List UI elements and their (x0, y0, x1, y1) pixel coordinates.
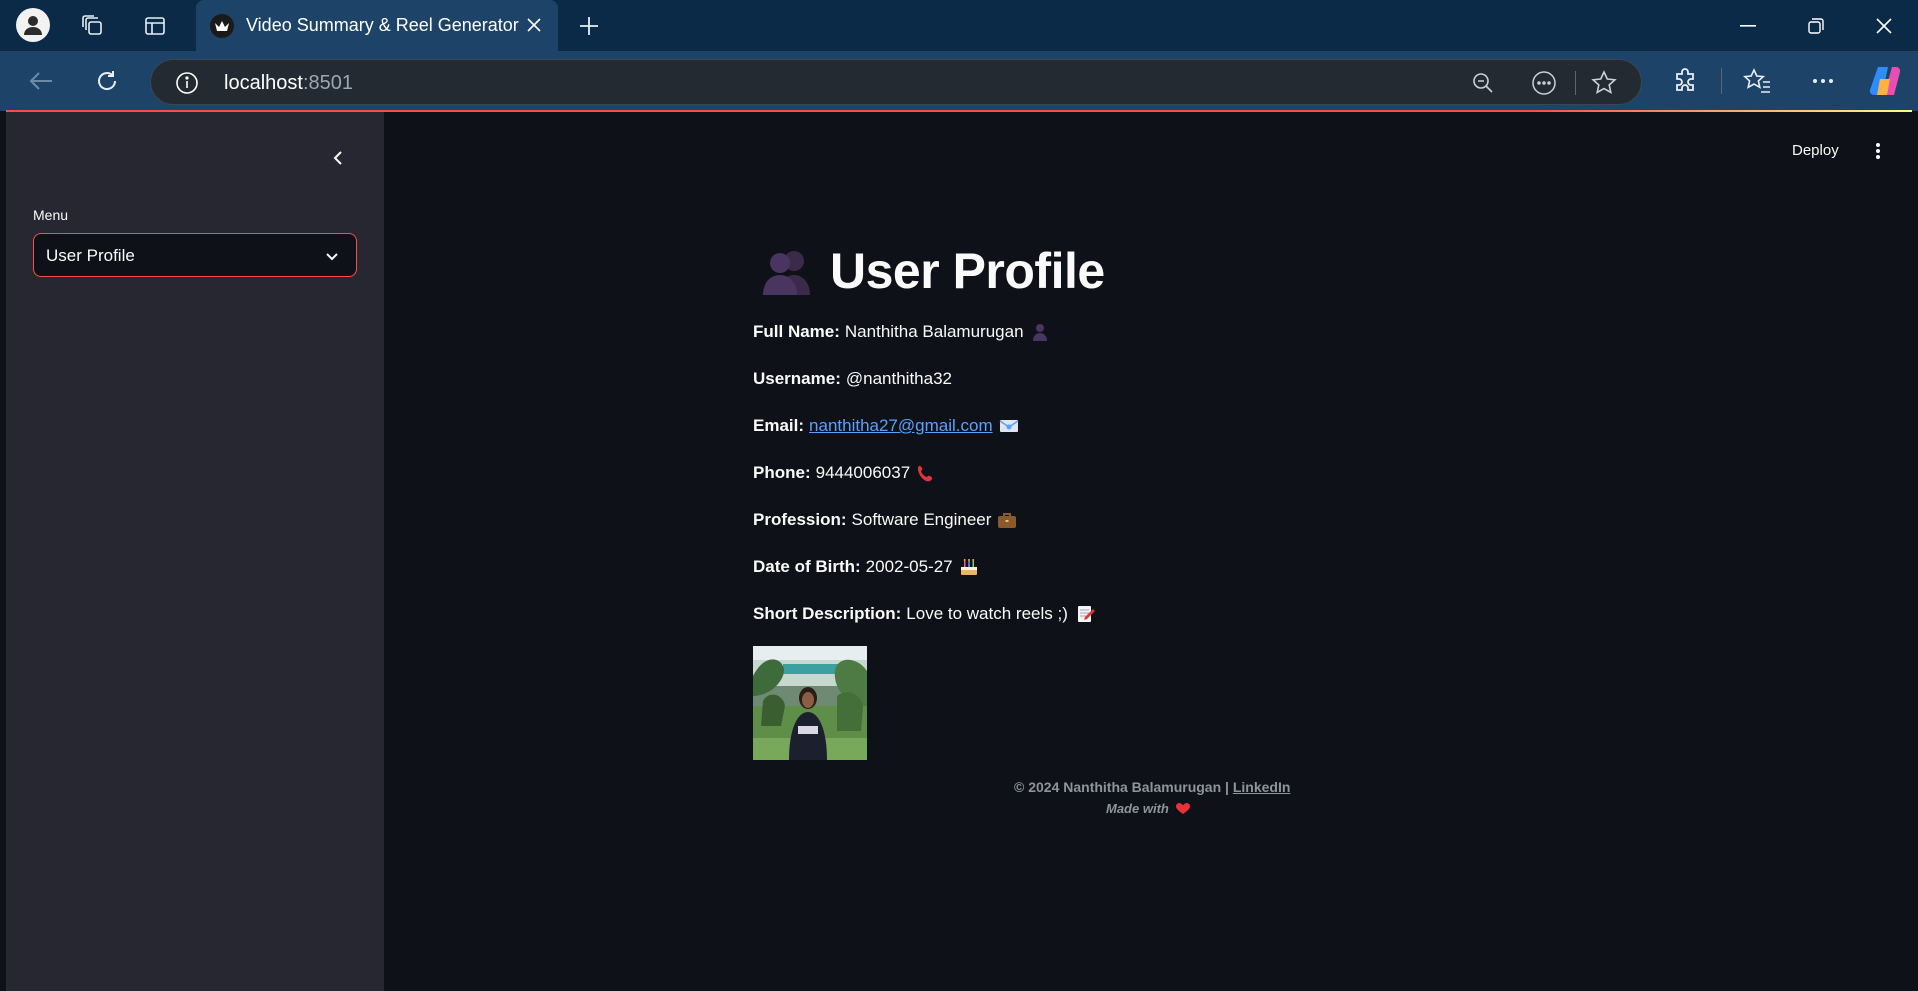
address-bar[interactable]: localhost:8501 (150, 59, 1642, 105)
zoom-out-icon[interactable] (1470, 70, 1496, 96)
profile-avatar[interactable] (16, 8, 50, 42)
phone-icon (918, 465, 933, 482)
browser-toolbar: localhost:8501 (0, 51, 1918, 111)
email-link[interactable]: nanthitha27@gmail.com (809, 416, 993, 436)
sidebar: Menu User Profile (6, 112, 384, 991)
linkedin-link[interactable]: LinkedIn (1233, 779, 1291, 795)
crown-icon (210, 14, 234, 38)
email-row: Email: nanthitha27@gmail.com (753, 416, 1019, 436)
field-label: Profession: (753, 510, 847, 529)
copyright-text: © 2024 Nanthitha Balamurugan | (1014, 779, 1229, 795)
person-icon (1032, 324, 1047, 341)
profile-photo (753, 646, 867, 760)
chevron-down-icon (326, 253, 338, 261)
menu-select-value: User Profile (46, 246, 135, 265)
field-value: Nanthitha Balamurugan (844, 322, 1024, 341)
main-menu-icon[interactable] (1866, 139, 1890, 163)
url-port: :8501 (302, 72, 353, 94)
site-info-icon[interactable] (175, 71, 199, 95)
date-of-birth-row: Date of Birth: 2002-05-27 (753, 557, 979, 577)
username-row: Username: @nanthitha32 (753, 369, 952, 389)
field-value: 2002-05-27 (865, 557, 953, 576)
field-label: Username: (753, 369, 841, 388)
field-label: Short Description: (753, 604, 902, 623)
url-host: localhost (224, 72, 303, 94)
phone-row: Phone: 9444006037 (753, 463, 936, 483)
tab-title: Video Summary & Reel Generator (246, 15, 519, 35)
close-window-icon[interactable] (1862, 8, 1906, 44)
briefcase-icon (998, 513, 1017, 528)
more-actions-icon[interactable] (1531, 70, 1557, 96)
envelope-icon (999, 420, 1019, 432)
heart-icon (1175, 802, 1190, 814)
extensions-icon[interactable] (1668, 64, 1702, 98)
close-tab-icon[interactable] (522, 13, 546, 37)
favorite-star-icon[interactable] (1591, 70, 1617, 96)
settings-more-icon[interactable] (1806, 64, 1840, 98)
field-value: Software Engineer (851, 510, 992, 529)
deploy-button[interactable]: Deploy (1792, 142, 1839, 159)
field-label: Email: (753, 416, 805, 435)
page-title: User Profile (760, 242, 1105, 300)
menu-label: Menu (33, 207, 69, 223)
omnibox-divider (1575, 71, 1576, 95)
busts-in-silhouette-icon (763, 251, 810, 295)
browser-title-bar: Video Summary & Reel Generator (0, 0, 1918, 51)
back-icon[interactable] (24, 64, 58, 98)
workspaces-icon[interactable] (76, 10, 110, 42)
field-value: 9444006037 (815, 463, 911, 482)
toolbar-divider (1721, 68, 1722, 94)
footer-made-with: Made with (1106, 801, 1190, 816)
new-tab-icon[interactable] (572, 10, 606, 42)
restore-icon[interactable] (1794, 8, 1838, 44)
collapse-sidebar-icon[interactable] (324, 144, 352, 172)
url-text[interactable]: localhost:8501 (224, 72, 353, 95)
profession-row: Profession: Software Engineer (753, 510, 1017, 530)
active-tab[interactable]: Video Summary & Reel Generator (196, 0, 558, 51)
short-description-row: Short Description: Love to watch reels ;… (753, 604, 1096, 624)
memo-icon (1077, 606, 1095, 622)
copilot-icon[interactable] (1868, 64, 1902, 98)
field-value: Love to watch reels ;) (906, 604, 1068, 623)
favorites-icon[interactable] (1740, 64, 1774, 98)
main-content: Deploy User Profile Full Name: Nanthitha… (384, 112, 1912, 991)
footer-copyright: © 2024 Nanthitha Balamurugan | LinkedIn (1014, 779, 1290, 795)
field-value: @nanthitha32 (845, 369, 952, 388)
made-with-text: Made with (1106, 801, 1169, 816)
minimize-icon[interactable] (1726, 8, 1770, 44)
field-label: Full Name: (753, 322, 840, 341)
menu-select[interactable]: User Profile (33, 233, 357, 277)
cake-icon (960, 559, 977, 575)
field-label: Phone: (753, 463, 811, 482)
full-name-row: Full Name: Nanthitha Balamurugan (753, 322, 1050, 342)
field-label: Date of Birth: (753, 557, 861, 576)
tab-actions-icon[interactable] (138, 10, 172, 42)
reload-icon[interactable] (90, 64, 124, 98)
page-title-text: User Profile (830, 243, 1105, 299)
